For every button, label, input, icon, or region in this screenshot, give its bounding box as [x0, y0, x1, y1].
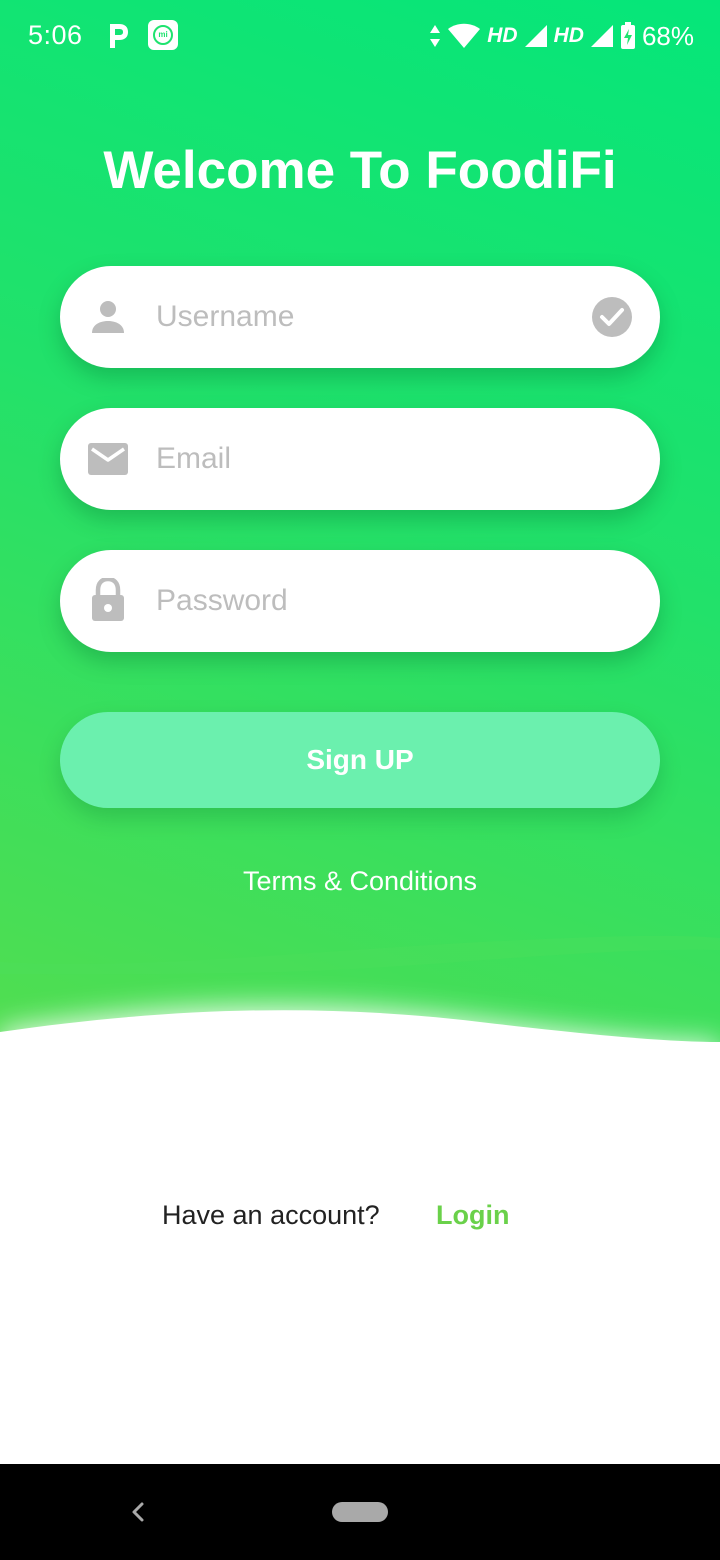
mail-icon	[88, 443, 128, 475]
battery-charging-icon	[620, 22, 635, 49]
data-arrows-icon	[430, 25, 441, 47]
p-app-icon	[110, 24, 128, 48]
login-link[interactable]: Login	[436, 1200, 509, 1231]
sign-up-button[interactable]: Sign UP	[60, 712, 660, 808]
password-input[interactable]	[156, 550, 576, 652]
signal-icon	[524, 25, 547, 47]
person-icon	[92, 301, 124, 333]
email-field[interactable]	[60, 408, 660, 510]
hero-wave	[0, 935, 720, 1120]
account-row: Have an account? Login	[0, 1200, 720, 1240]
lock-icon	[92, 578, 124, 621]
mi-app-icon: mi	[148, 20, 178, 50]
status-indicators: HD HD 68%	[423, 18, 694, 54]
page-title: Welcome To FoodiFi	[103, 141, 617, 200]
signup-screen: 5:06 mi HD HD 68% Welcome To FoodiFi Use…	[0, 0, 720, 1560]
username-input[interactable]	[156, 266, 576, 368]
signal-icon	[590, 25, 613, 47]
status-bar: 5:06 mi HD HD 68%	[0, 0, 720, 72]
password-field[interactable]	[60, 550, 660, 652]
email-input[interactable]	[156, 408, 576, 510]
terms-conditions-link[interactable]: Terms & Conditions	[0, 866, 720, 897]
wifi-icon	[448, 23, 481, 48]
have-account-text: Have an account?	[162, 1200, 380, 1230]
network-type-label: HD	[487, 24, 518, 47]
check-circle-icon	[592, 297, 632, 337]
navigation-bar	[0, 1464, 720, 1560]
home-pill-icon[interactable]	[332, 1502, 388, 1522]
network-type-label-2: HD	[553, 24, 584, 47]
username-field[interactable]	[60, 266, 660, 368]
status-time: 5:06	[28, 20, 83, 50]
battery-percentage: 68%	[641, 20, 694, 51]
back-icon[interactable]	[124, 1498, 152, 1526]
